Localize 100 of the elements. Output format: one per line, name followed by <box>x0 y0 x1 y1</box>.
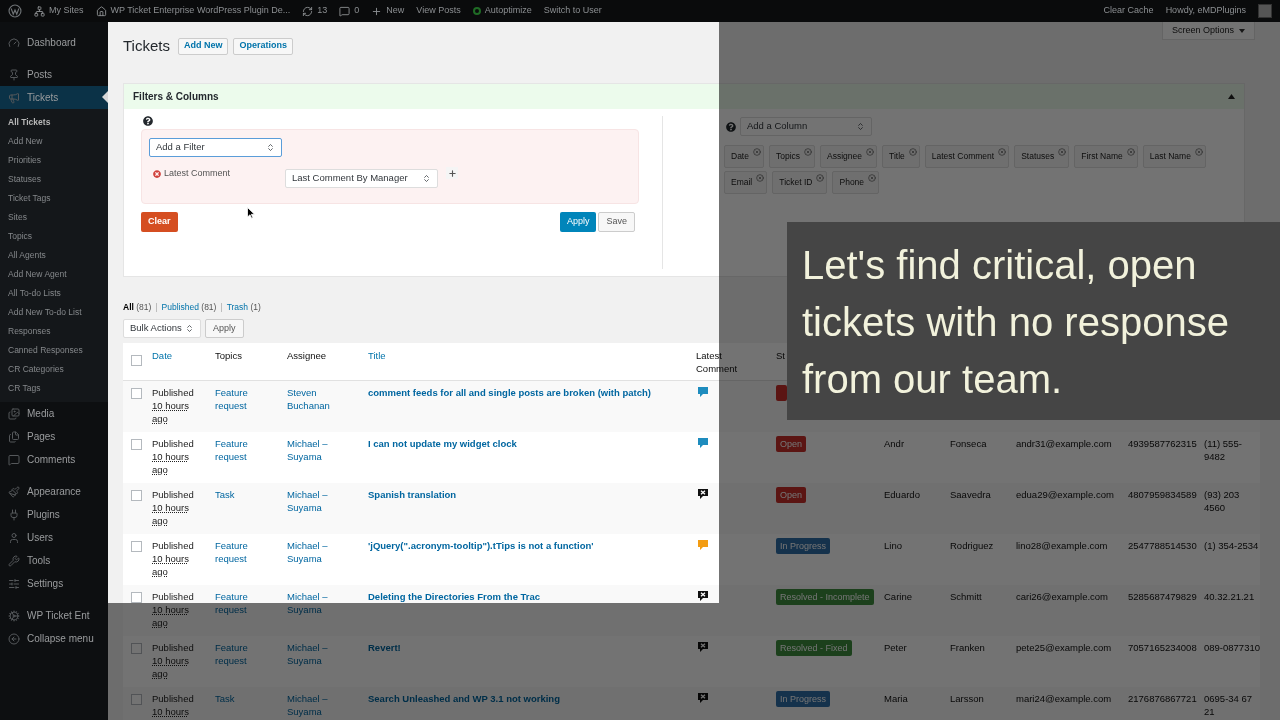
submenu-item[interactable]: Add New <box>0 132 108 151</box>
assignee-link[interactable]: Michael – Suyama <box>287 589 349 616</box>
submenu-item[interactable]: All Agents <box>0 246 108 265</box>
remove-icon[interactable] <box>868 174 877 182</box>
checkbox[interactable] <box>131 693 142 705</box>
panel-header[interactable]: Filters & Columns <box>124 84 1244 109</box>
page-title-action[interactable]: Add New <box>177 37 229 55</box>
remove-icon[interactable] <box>908 148 917 156</box>
assignee-link[interactable]: Steven Buchanan <box>287 386 349 413</box>
sidebar-item[interactable]: Collapse menu <box>0 627 108 650</box>
remove-icon[interactable] <box>816 174 825 182</box>
assignee-link[interactable]: Michael – Suyama <box>287 487 349 514</box>
remove-icon[interactable] <box>1194 148 1203 156</box>
sidebar-item[interactable]: WP Ticket Ent <box>0 604 108 627</box>
admin-bar-link[interactable]: Clear Cache <box>1103 4 1154 18</box>
topic-link[interactable]: Feature request <box>215 386 261 413</box>
column-chip[interactable]: Latest Comment <box>924 145 1010 168</box>
assignee-link[interactable]: Michael – Suyama <box>287 436 349 463</box>
column-chip[interactable]: First Name <box>1074 145 1138 168</box>
remove-icon[interactable] <box>804 148 813 156</box>
sidebar-item[interactable]: Posts <box>0 63 108 86</box>
bulk-actions-select[interactable]: Bulk Actions <box>123 318 201 338</box>
ticket-title-link[interactable]: 'jQuery(".acronym-tooltip").tTips is not a function' <box>368 539 594 551</box>
updates-link[interactable]: 13 <box>302 4 328 18</box>
comments-link[interactable]: 0 <box>339 4 360 18</box>
sidebar-item[interactable]: Dashboard <box>0 31 108 54</box>
remove-icon[interactable] <box>866 148 875 156</box>
save-button[interactable]: Save <box>598 212 635 232</box>
topic-link[interactable]: Feature request <box>215 589 261 616</box>
column-chip[interactable]: Statuses <box>1014 145 1070 168</box>
submenu-item[interactable]: CR Categories <box>0 360 108 379</box>
admin-bar-link[interactable]: My Sites <box>34 4 84 18</box>
page-title-action[interactable]: Operations <box>233 37 293 55</box>
checkbox[interactable] <box>131 591 142 603</box>
filter-value-select[interactable]: Last Comment By Manager <box>285 169 438 188</box>
checkbox[interactable] <box>131 540 142 552</box>
ticket-title-link[interactable]: Deleting the Directories From the Trac <box>368 590 541 602</box>
checkbox[interactable] <box>131 438 142 450</box>
column-chip[interactable]: Ticket ID <box>772 171 828 194</box>
view-link[interactable]: Published (81) <box>161 301 217 314</box>
topic-link[interactable]: Feature request <box>215 538 261 565</box>
remove-icon[interactable] <box>752 148 761 156</box>
sidebar-item[interactable]: Settings <box>0 572 108 595</box>
assignee-link[interactable]: Michael – Suyama <box>287 538 349 565</box>
submenu-item[interactable]: All To-do Lists <box>0 284 108 303</box>
topic-link[interactable]: Feature request <box>215 640 261 667</box>
clear-button[interactable]: Clear <box>141 212 178 232</box>
help-icon[interactable] <box>143 116 153 126</box>
checkbox[interactable] <box>131 489 142 501</box>
submenu-item[interactable]: Topics <box>0 227 108 246</box>
remove-filter-icon[interactable] <box>153 169 161 178</box>
column-header[interactable]: Date <box>152 348 173 362</box>
filter-select[interactable]: Add a Filter <box>149 138 282 157</box>
sidebar-item[interactable]: Appearance <box>0 480 108 503</box>
column-select[interactable]: Add a Column <box>740 117 872 136</box>
column-chip[interactable]: Last Name <box>1142 145 1206 168</box>
admin-bar-link[interactable]: Switch to User <box>543 4 602 18</box>
submenu-item[interactable]: All Tickets <box>0 113 108 132</box>
assignee-link[interactable]: Michael – Suyama <box>287 640 349 667</box>
remove-icon[interactable] <box>1058 148 1067 156</box>
remove-icon[interactable] <box>998 148 1007 156</box>
ticket-title-link[interactable]: comment feeds for all and single posts are broken (with patch) <box>368 387 651 399</box>
admin-bar-link[interactable]: View Posts <box>416 4 461 18</box>
column-chip[interactable]: Title <box>882 145 920 168</box>
remove-icon[interactable] <box>1126 148 1135 156</box>
remove-icon[interactable] <box>756 174 765 182</box>
ticket-title-link[interactable]: Spanish translation <box>368 488 457 500</box>
ticket-title-link[interactable]: I can not update my widget clock <box>368 437 517 449</box>
sidebar-item[interactable]: Tickets <box>0 86 108 109</box>
apply-button[interactable]: Apply <box>205 318 244 338</box>
new-link[interactable]: New <box>371 4 405 18</box>
avatar-icon[interactable] <box>1258 4 1272 18</box>
sidebar-item[interactable]: Pages <box>0 425 108 448</box>
apply-button[interactable]: Apply <box>559 212 597 232</box>
topic-link[interactable]: Task <box>215 487 235 501</box>
admin-bar-link[interactable]: Howdy, eMDPlugins <box>1165 4 1246 18</box>
sidebar-item[interactable]: Media <box>0 402 108 425</box>
column-chip[interactable]: Phone <box>832 171 880 194</box>
screen-options-tab[interactable]: Screen Options <box>1161 22 1255 40</box>
submenu-item[interactable]: Add New Agent <box>0 265 108 284</box>
column-chip[interactable]: Topics <box>768 145 816 168</box>
submenu-item[interactable]: CR Tags <box>0 379 108 398</box>
submenu-item[interactable]: Canned Responses <box>0 341 108 360</box>
submenu-item[interactable]: Sites <box>0 208 108 227</box>
checkbox[interactable] <box>131 388 142 400</box>
submenu-item[interactable]: Statuses <box>0 170 108 189</box>
submenu-item[interactable]: Responses <box>0 322 108 341</box>
sidebar-item[interactable]: Comments <box>0 448 108 471</box>
column-header[interactable]: Title <box>368 348 386 362</box>
sidebar-item[interactable]: Users <box>0 526 108 549</box>
admin-bar-link[interactable]: Autoptimize <box>472 4 532 18</box>
column-chip[interactable]: Assignee <box>820 145 878 168</box>
submenu-item[interactable]: Ticket Tags <box>0 189 108 208</box>
view-link[interactable]: All (81) <box>123 301 152 314</box>
column-chip[interactable]: Date <box>724 145 764 168</box>
sidebar-item[interactable]: Plugins <box>0 503 108 526</box>
add-value-button[interactable] <box>446 167 458 179</box>
admin-bar-link[interactable]: WP Ticket Enterprise WordPress Plugin De... <box>95 4 291 18</box>
logo-icon[interactable] <box>8 4 22 18</box>
topic-link[interactable]: Feature request <box>215 436 261 463</box>
